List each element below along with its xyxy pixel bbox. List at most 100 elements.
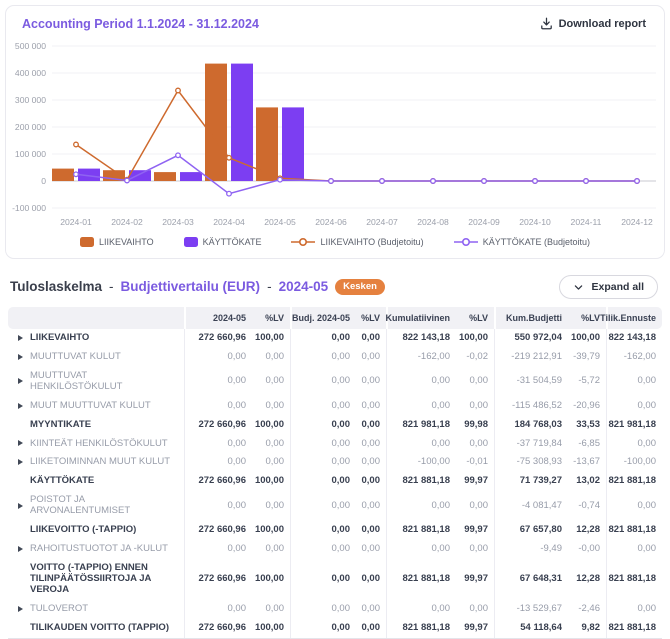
x-axis-tick: 2024-03 (162, 217, 194, 227)
caret-right-icon[interactable] (18, 502, 23, 509)
table-row[interactable]: TULOVEROT 0,00 0,00 0,00 0,00 0,00 0,00 -13 529… (8, 599, 662, 619)
caret-right-icon[interactable] (18, 546, 23, 553)
line-marker (73, 141, 79, 148)
title-separator: - (267, 279, 272, 295)
cell-value: -0,02 (466, 350, 488, 362)
cell-value: 100,00 (254, 475, 284, 487)
cell-value: -100,00 (606, 453, 662, 473)
row-label-cell: KIINTEÄT HENKILÖSTÖKULUT (8, 435, 184, 454)
y-axis-tick: 500 000 (15, 41, 46, 51)
row-label-cell: MUUT MUUTTUVAT KULUT (8, 397, 184, 416)
cell-value: 0,00 (184, 434, 252, 454)
table-row[interactable]: MUUTTUVAT KULUT 0,00 0,00 0,00 0,00 -162,00 -0… (8, 347, 662, 367)
cell-value: 99,97 (464, 475, 488, 487)
line-marker (226, 154, 232, 161)
table-row[interactable]: LIIKETOIMINNAN MUUT KULUT 0,00 0,00 0,00 0,0… (8, 453, 662, 473)
legend-line-swatch (453, 237, 478, 247)
cell-value: -219 212,91 (494, 347, 568, 367)
y-axis-tick: 200 000 (15, 122, 46, 132)
cell-value: -5,72 (578, 375, 600, 387)
cell-value: 0,00 (469, 499, 489, 511)
cell-value: 0,00 (361, 375, 381, 387)
row-label: KÄYTTÖKATE (30, 475, 95, 487)
bar (205, 63, 227, 181)
cell-value: 0,00 (361, 572, 381, 584)
cell-value: -20,96 (573, 399, 600, 411)
caret-right-icon[interactable] (18, 334, 23, 341)
caret-right-icon[interactable] (18, 440, 23, 447)
cell-value: 0,00 (184, 491, 252, 522)
legend-item[interactable]: KÄYTTÖKATE (183, 237, 261, 247)
cell-value: 9,82 (581, 621, 601, 633)
period-link[interactable]: 2024-05 (279, 279, 329, 294)
cell-value: 0,00 (290, 396, 356, 416)
x-axis-tick: 2024-05 (264, 217, 296, 227)
cell-value: 272 660,96 (184, 618, 252, 638)
line-marker (379, 178, 385, 184)
cell-value: 0,00 (361, 475, 381, 487)
cell-value: 0,00 (606, 396, 662, 416)
table-row[interactable]: POISTOT JA ARVONALENTUMISET 0,00 0,00 0,00 0… (8, 491, 662, 522)
x-axis-tick: 2024-11 (571, 217, 602, 227)
download-report-button[interactable]: Download report (536, 15, 650, 32)
cell-value: -6,85 (578, 437, 600, 449)
cell-value: 0,00 (386, 599, 456, 619)
legend-bar-swatch (183, 237, 198, 247)
table-row: KÄYTTÖKATE 272 660,96 100,00 0,00 0,00 821 88… (8, 472, 662, 492)
cell-value: 0,00 (290, 521, 356, 541)
cell-value: 0,00 (361, 524, 381, 536)
caret-right-icon[interactable] (18, 402, 23, 409)
table-row[interactable]: RAHOITUSTUOTOT JA -KULUT 0,00 0,00 0,00 0,00… (8, 540, 662, 559)
table-row[interactable]: KIINTEÄT HENKILÖSTÖKULUT 0,00 0,00 0,00 0,00… (8, 434, 662, 454)
line-marker (430, 178, 436, 184)
row-label: LIIKEVAIHTO (30, 332, 90, 343)
column-header: Kum.Budjetti (494, 307, 568, 329)
cell-value: 821 881,18 (386, 521, 456, 541)
row-label: VOITTO (-TAPPIO) ENNEN TILINPÄÄTÖSSIIRTO… (30, 561, 152, 595)
cell-value: 0,00 (290, 434, 356, 454)
caret-right-icon[interactable] (18, 353, 23, 360)
cell-value: 0,00 (361, 437, 381, 449)
table-row[interactable]: MUUT MUUTTUVAT KULUT 0,00 0,00 0,00 0,00 0,00… (8, 396, 662, 416)
legend-item[interactable]: LIIKEVAIHTO (79, 237, 154, 247)
cell-value: 822 143,18 (606, 329, 662, 348)
income-statement-header: Tuloslaskelma - Budjettivertailu (EUR) -… (0, 264, 670, 307)
column-header: 2024-05 (184, 307, 252, 329)
cell-value: 0,00 (469, 375, 489, 387)
line-marker (226, 190, 232, 197)
table-row[interactable]: MUUTTUVAT HENKILÖSTÖKULUT 0,00 0,00 0,00 0,0… (8, 366, 662, 397)
row-label: POISTOT JA ARVONALENTUMISET (30, 494, 131, 517)
cell-value: 0,00 (361, 543, 381, 555)
legend-item[interactable]: LIIKEVAIHTO (Budjetoitu) (291, 237, 424, 247)
cell-value: 0,00 (469, 602, 489, 614)
chevron-down-icon (573, 282, 584, 293)
download-report-label: Download report (558, 17, 646, 30)
cell-value: 0,00 (606, 434, 662, 454)
caret-right-icon[interactable] (18, 605, 23, 612)
column-header: %LV (265, 312, 284, 323)
expand-all-button[interactable]: Expand all (559, 275, 658, 299)
cell-value: 99,97 (464, 524, 488, 536)
cell-value: 0,00 (265, 375, 285, 387)
cell-value: 0,00 (290, 491, 356, 522)
caret-right-icon[interactable] (18, 378, 23, 385)
row-label: MUUTTUVAT HENKILÖSTÖKULUT (30, 369, 123, 392)
cell-value: -2,46 (578, 602, 600, 614)
chart-card-header: Accounting Period 1.1.2024 - 31.12.2024 … (6, 6, 664, 34)
status-badge: Kesken (335, 278, 385, 296)
legend-label: LIIKEVAIHTO (98, 237, 154, 247)
cell-value: 0,00 (386, 396, 456, 416)
cell-value: 0,00 (290, 540, 356, 559)
legend-item[interactable]: KÄYTTÖKATE (Budjetoitu) (453, 237, 590, 247)
cell-value: -13 529,67 (494, 599, 568, 619)
caret-right-icon[interactable] (18, 459, 23, 466)
cell-value: 0,00 (386, 434, 456, 454)
cell-value: 0,00 (184, 453, 252, 473)
x-axis-tick: 2024-01 (60, 217, 92, 227)
table-row[interactable]: LIIKEVAIHTO 272 660,96 100,00 0,00 0,00 822 1… (8, 329, 662, 348)
report-name: Tuloslaskelma (10, 279, 103, 295)
comparison-type-link[interactable]: Budjettivertailu (EUR) (121, 279, 261, 294)
x-axis-tick: 2024-09 (468, 217, 500, 227)
cell-value: 67 648,31 (494, 558, 568, 600)
y-axis-tick: 0 (41, 176, 46, 186)
